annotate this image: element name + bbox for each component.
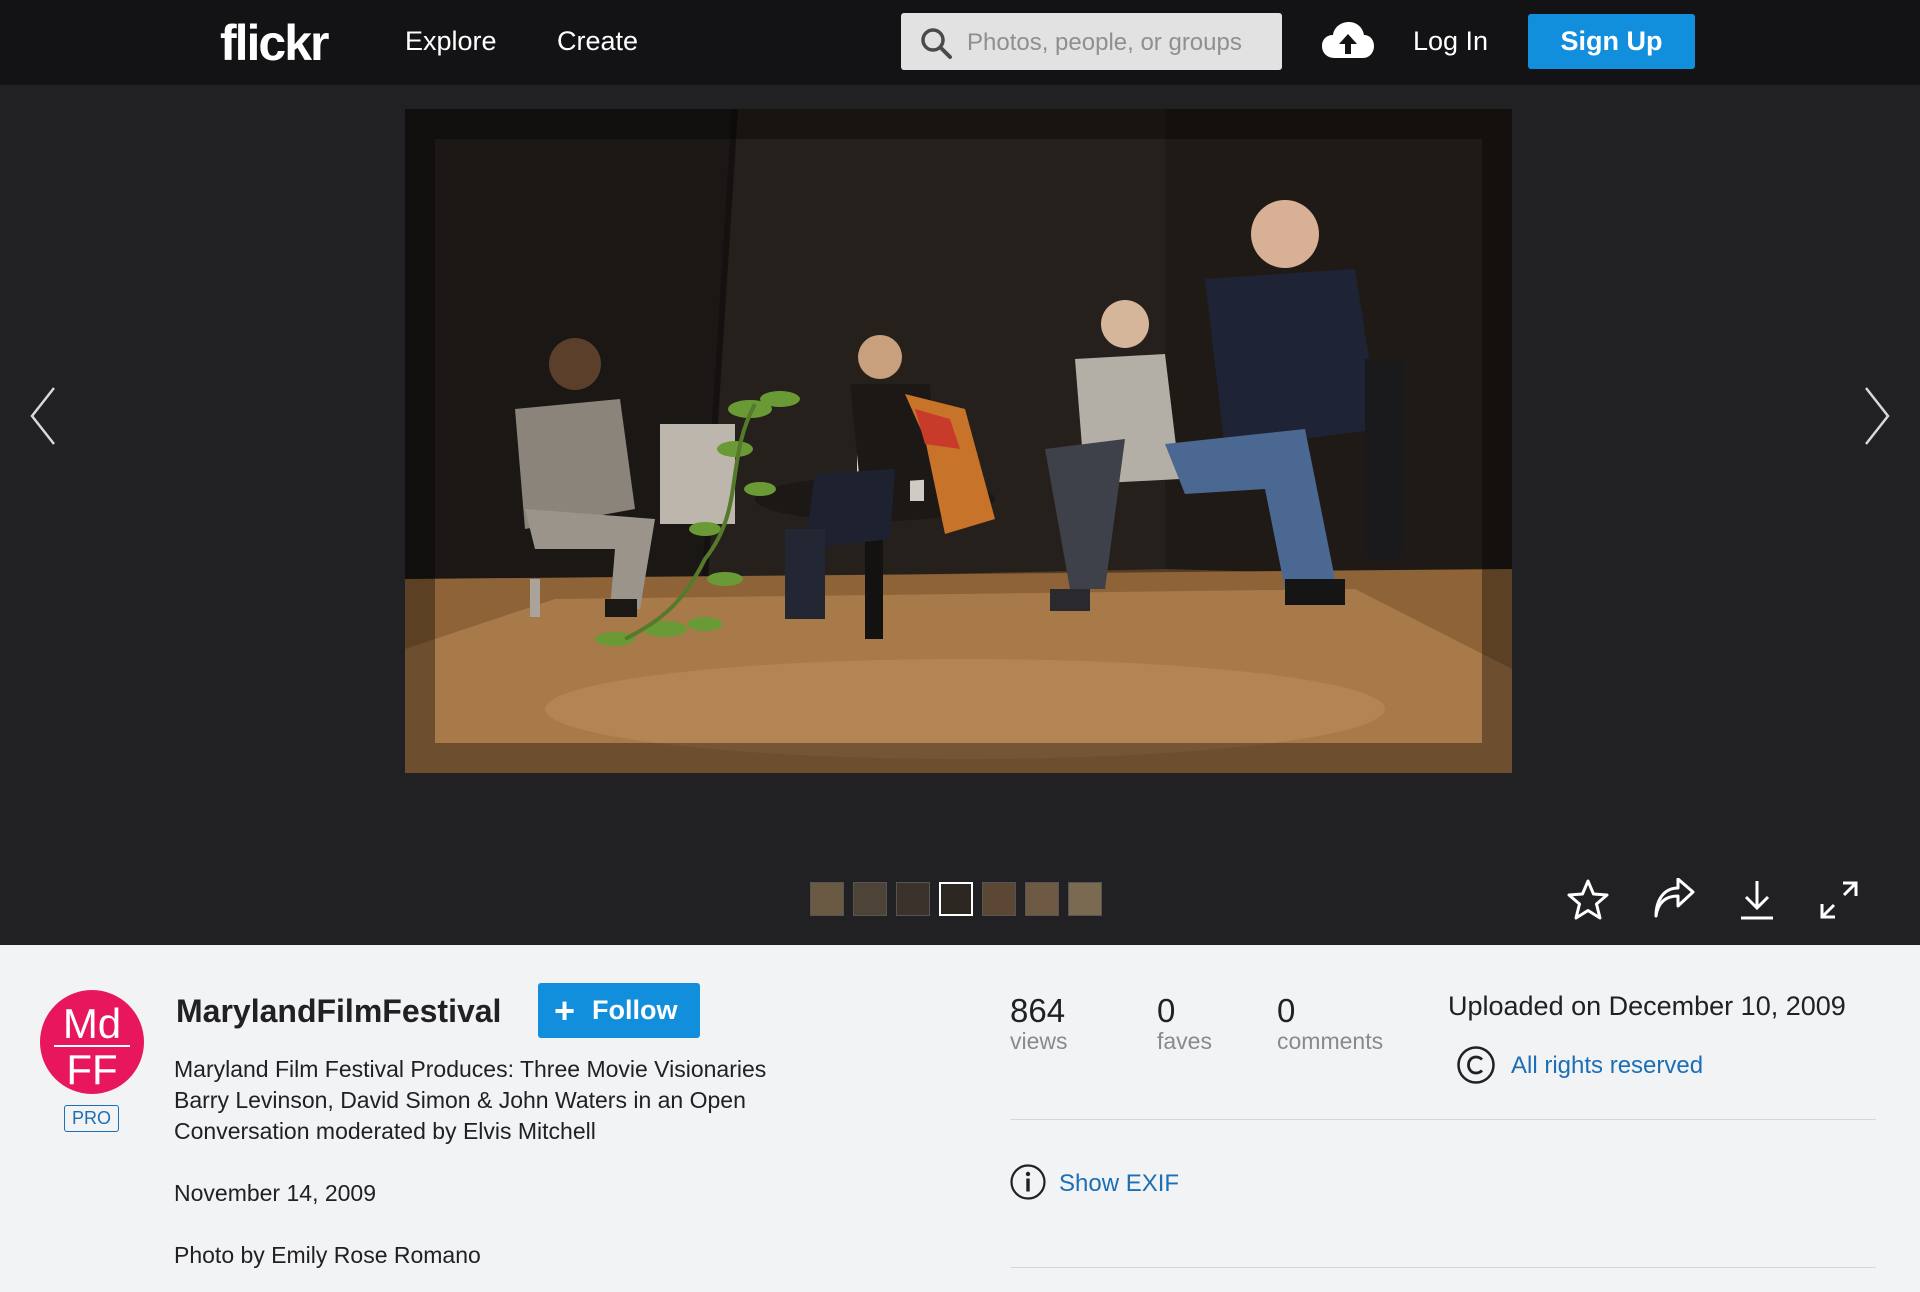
photo-stage [0, 85, 1920, 945]
comments-label: comments [1277, 1028, 1384, 1054]
follow-label: Follow [592, 995, 678, 1025]
upload-date: Uploaded on December 10, 2009 [1448, 991, 1846, 1021]
info-icon[interactable] [1009, 1163, 1047, 1201]
photo-info-panel: Md FF PRO MarylandFilmFestival + Follow … [0, 945, 1920, 1292]
description-line: Barry Levinson, David Simon & John Water… [174, 1087, 746, 1113]
nav-create[interactable]: Create [557, 26, 638, 57]
filmstrip-thumb[interactable] [1025, 882, 1059, 916]
owner-name[interactable]: MarylandFilmFestival [176, 993, 501, 1030]
copyright-icon [1457, 1046, 1495, 1084]
photo-credit: Photo by Emily Rose Romano [174, 1242, 481, 1268]
faves-count: 0 [1157, 992, 1176, 1029]
follow-button[interactable]: + Follow [538, 983, 700, 1038]
expand-icon[interactable] [1817, 878, 1861, 922]
divider [1010, 1267, 1876, 1268]
filmstrip-thumb[interactable] [982, 882, 1016, 916]
photo-illustration [405, 109, 1512, 773]
divider [1010, 1119, 1876, 1120]
search-box[interactable] [901, 13, 1282, 72]
avatar-text-bottom: FF [66, 1046, 117, 1093]
download-icon[interactable] [1735, 878, 1779, 922]
filmstrip-thumb-current[interactable] [939, 882, 973, 916]
share-icon[interactable] [1652, 878, 1696, 922]
comments-count: 0 [1277, 992, 1296, 1029]
flickr-logo[interactable]: flickr [220, 14, 330, 72]
filmstrip-thumb[interactable] [1068, 882, 1102, 916]
star-icon[interactable] [1566, 878, 1610, 922]
faves-label: faves [1157, 1028, 1212, 1054]
signup-button[interactable]: Sign Up [1528, 14, 1695, 69]
chevron-right-icon[interactable] [1862, 385, 1892, 447]
filmstrip-thumb[interactable] [853, 882, 887, 916]
filmstrip-thumb[interactable] [810, 882, 844, 916]
avatar-text-top: Md [63, 1000, 121, 1047]
top-navbar: flickr Explore Create Log In Sign Up [0, 0, 1920, 85]
cloud-upload-icon[interactable] [1321, 20, 1375, 62]
description-date: November 14, 2009 [174, 1180, 377, 1206]
pro-badge: PRO [64, 1105, 119, 1132]
description-line: Maryland Film Festival Produces: Three M… [174, 1056, 767, 1082]
license-link[interactable]: All rights reserved [1511, 1052, 1703, 1080]
chevron-left-icon[interactable] [28, 385, 58, 447]
search-icon[interactable] [919, 26, 953, 60]
main-photo[interactable] [405, 109, 1512, 773]
plus-icon: + [554, 990, 576, 1031]
search-input[interactable] [965, 13, 1269, 72]
show-exif-link[interactable]: Show EXIF [1059, 1170, 1179, 1198]
views-label: views [1010, 1028, 1068, 1054]
avatar[interactable]: Md FF [40, 990, 144, 1094]
login-link[interactable]: Log In [1413, 26, 1488, 57]
description-line: Conversation moderated by Elvis Mitchell [174, 1118, 596, 1144]
views-count: 864 [1010, 992, 1066, 1029]
filmstrip-thumb[interactable] [896, 882, 930, 916]
nav-explore[interactable]: Explore [405, 26, 497, 57]
